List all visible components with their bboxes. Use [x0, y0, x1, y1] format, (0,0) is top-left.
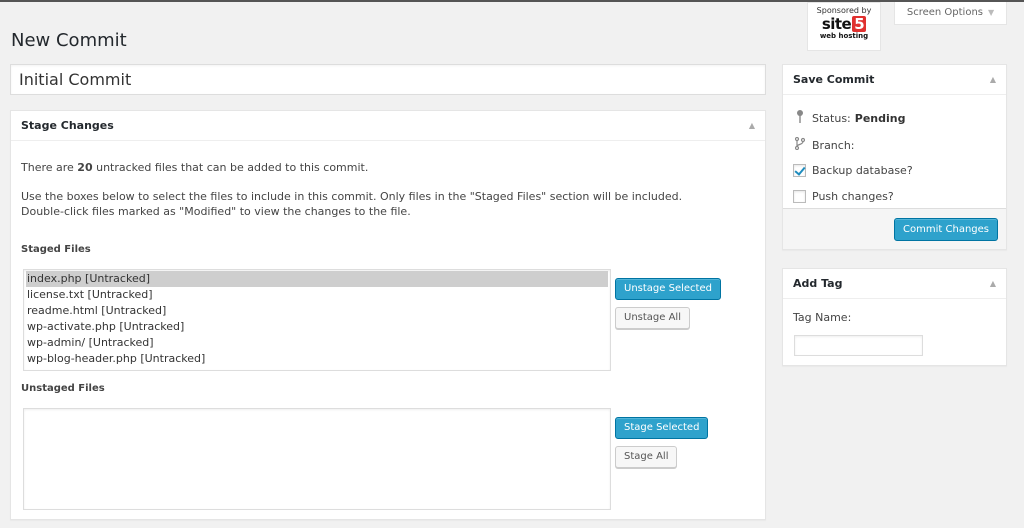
stage-changes-panel: Stage Changes ▲ There are 20 untracked f… — [10, 110, 766, 520]
publishing-actions: Commit Changes — [783, 208, 1006, 249]
staged-file-option[interactable]: license.txt [Untracked] — [26, 287, 608, 303]
add-tag-title: Add Tag — [793, 277, 843, 290]
save-commit-panel: Save Commit ▲ Status: Pending Branch: Bac… — [782, 64, 1007, 250]
staged-file-option[interactable]: readme.html [Untracked] — [26, 303, 608, 319]
tag-name-input[interactable] — [794, 335, 923, 356]
backup-database-label: Backup database? — [812, 164, 913, 177]
add-tag-panel: Add Tag ▲ Tag Name: — [782, 268, 1007, 366]
unstage-all-button[interactable]: Unstage All — [615, 307, 690, 329]
untracked-count: 20 — [77, 161, 93, 174]
sponsor-logo: site 5 — [808, 16, 880, 32]
staged-files-label: Staged Files — [21, 244, 91, 255]
add-tag-header[interactable]: Add Tag ▲ — [783, 269, 1006, 299]
branch-row: Branch: — [793, 136, 859, 153]
branch-label: Branch: — [812, 138, 855, 152]
staged-file-option[interactable]: wp-blog-header.php [Untracked] — [26, 351, 608, 367]
sponsor-subtitle: web hosting — [819, 32, 869, 40]
sponsor-logo-text: site — [821, 15, 852, 33]
unstaged-files-label: Unstaged Files — [21, 383, 105, 394]
save-commit-header[interactable]: Save Commit ▲ — [783, 65, 1006, 95]
untracked-summary: There are 20 untracked files that can be… — [21, 161, 368, 175]
status-value: Pending — [854, 111, 906, 125]
caret-down-icon: ▼ — [988, 8, 995, 17]
sponsor-badge[interactable]: Sponsored by site 5 web hosting — [807, 2, 881, 51]
push-changes-option[interactable]: Push changes? — [793, 190, 894, 203]
commit-title-input[interactable] — [10, 64, 766, 95]
collapse-arrow-icon[interactable]: ▲ — [990, 65, 996, 94]
summary-prefix: There are — [21, 161, 78, 174]
status-label: Status: — [812, 111, 851, 125]
staged-files-listbox[interactable]: index.php [Untracked] license.txt [Untra… — [23, 269, 611, 371]
unstage-selected-button[interactable]: Unstage Selected — [615, 278, 721, 300]
push-changes-checkbox[interactable] — [793, 190, 806, 203]
stage-all-button[interactable]: Stage All — [615, 446, 678, 468]
staged-file-option[interactable]: wp-admin/ [Untracked] — [26, 335, 608, 351]
commit-changes-button[interactable]: Commit Changes — [894, 218, 998, 241]
tag-name-label: Tag Name: — [793, 311, 852, 324]
stage-selected-button[interactable]: Stage Selected — [615, 417, 709, 439]
collapse-arrow-icon[interactable]: ▲ — [749, 111, 755, 140]
instructions-line-1: Use the boxes below to select the files … — [21, 190, 683, 203]
screen-options-label: Screen Options — [906, 7, 983, 18]
backup-database-option[interactable]: Backup database? — [793, 164, 913, 177]
pin-icon — [793, 110, 807, 126]
unstaged-files-listbox[interactable] — [23, 408, 611, 510]
save-commit-title: Save Commit — [793, 73, 875, 86]
branch-icon — [793, 136, 807, 153]
backup-database-checkbox[interactable] — [793, 164, 806, 177]
sponsor-logo-number: 5 — [852, 15, 867, 33]
instructions-line-2: Double-click files marked as "Modified" … — [21, 205, 411, 218]
screen-options-button[interactable]: Screen Options ▼ — [894, 2, 1007, 25]
stage-changes-header[interactable]: Stage Changes ▲ — [11, 111, 765, 141]
instructions: Use the boxes below to select the files … — [21, 189, 682, 219]
collapse-arrow-icon[interactable]: ▲ — [990, 269, 996, 298]
summary-suffix: untracked files that can be added to thi… — [92, 161, 369, 174]
status-row: Status: Pending — [793, 110, 905, 126]
push-changes-label: Push changes? — [812, 190, 894, 203]
staged-file-option[interactable]: index.php [Untracked] — [26, 271, 608, 287]
staged-file-option[interactable]: wp-activate.php [Untracked] — [26, 319, 608, 335]
page-title: New Commit — [11, 30, 127, 51]
stage-changes-title: Stage Changes — [21, 119, 114, 132]
